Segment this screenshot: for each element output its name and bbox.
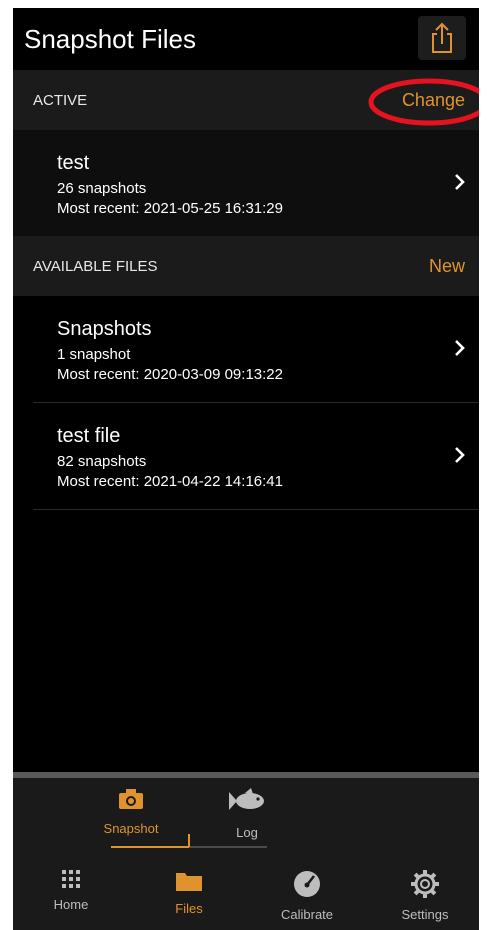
file-recent: Most recent: 2021-05-25 16:31:29 [57,200,283,217]
subtab-label: Log [236,825,258,840]
tab-indicator-connector [188,834,190,847]
subtab-snapshot[interactable]: Snapshot [81,788,181,836]
file-count: 82 snapshots [57,453,147,470]
annotation-circle [368,78,479,126]
folder-icon [176,873,202,891]
file-recent: Most recent: 2020-03-09 09:13:22 [57,366,283,383]
tab-label: Settings [401,907,449,922]
available-section-header: AVAILABLE FILES New [13,236,479,296]
new-button[interactable]: New [429,256,465,277]
tab-label: Files [175,901,203,916]
tab-label: Home [53,897,89,912]
chevron-right-icon [455,447,465,463]
file-count: 26 snapshots [57,180,147,197]
divider [33,509,479,510]
grid-icon [62,870,80,888]
tab-label: Calibrate [280,907,334,922]
share-button[interactable] [418,16,466,60]
segment-indicator-track [189,846,267,848]
available-files-list: Snapshots 1 snapshot Most recent: 2020-0… [13,296,479,510]
tab-calibrate[interactable]: Calibrate [267,870,347,922]
list-item[interactable]: Snapshots 1 snapshot Most recent: 2020-0… [13,296,479,402]
nav-header: Snapshot Files [13,8,479,70]
file-name: Snapshots [57,318,152,340]
gear-icon [411,870,439,898]
file-name: test file [57,425,121,447]
tab-files[interactable]: Files [149,870,229,916]
segment-indicator-active [111,846,189,848]
subtab-log[interactable]: Log [197,788,297,840]
available-section-label: AVAILABLE FILES [33,258,158,275]
bottom-bar: Snapshot Log Home Files Calibrate Settin… [13,772,479,930]
file-name: test [57,152,90,174]
active-file-row[interactable]: test 26 snapshots Most recent: 2021-05-2… [13,130,479,236]
tab-home[interactable]: Home [31,870,111,912]
active-section-label: ACTIVE [33,92,88,109]
fish-icon [229,788,264,810]
subtab-label: Snapshot [103,821,159,836]
list-item[interactable]: test file 82 snapshots Most recent: 2021… [13,403,479,509]
chevron-right-icon [455,340,465,356]
page-title: Snapshot Files [24,24,196,54]
file-recent: Most recent: 2021-04-22 14:16:41 [57,473,283,490]
app-screen: Snapshot Files ACTIVE Change test 26 sna… [13,8,479,930]
file-count: 1 snapshot [57,346,131,363]
chevron-right-icon [455,174,465,190]
camera-icon [119,789,143,809]
tab-settings[interactable]: Settings [385,870,465,922]
share-icon [432,22,452,53]
gauge-icon [294,871,320,897]
active-section-header: ACTIVE Change [13,70,479,130]
